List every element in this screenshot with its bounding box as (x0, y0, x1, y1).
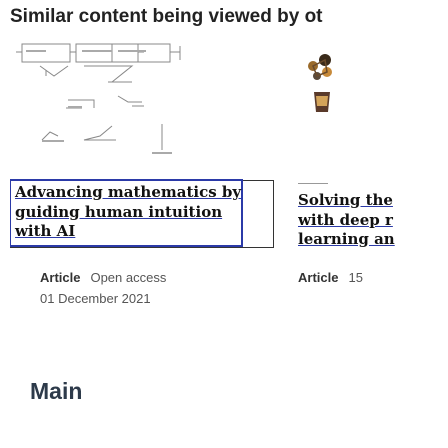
divider-line (298, 183, 328, 184)
article-title[interactable]: Advancing mathematics by guiding human i… (15, 183, 270, 242)
glass-icon (314, 92, 330, 112)
access-label: Open access (90, 270, 167, 285)
article-type: Article (40, 270, 81, 285)
article-title[interactable]: Solving the with deep r learning an (298, 191, 448, 250)
article-type: Article (298, 270, 339, 285)
article-card[interactable]: Advancing mathematics by guiding human i… (10, 40, 275, 306)
diagram-illustration (16, 43, 181, 154)
article-meta: Article 15 (298, 270, 363, 285)
article-icons (308, 54, 332, 112)
article-meta: Article Open access (40, 270, 166, 285)
publication-date: 01 December 2021 (40, 291, 151, 306)
article-thumbnail[interactable]: Solving the with deep r learning an (283, 40, 448, 250)
main-heading: Main (30, 378, 83, 404)
molecule-icon (308, 54, 332, 80)
article-thumbnail[interactable]: Advancing mathematics by guiding human i… (10, 40, 275, 250)
section-title: Similar content being viewed by ot (10, 6, 323, 27)
citation-count: 15 (348, 270, 363, 285)
article-card[interactable]: Solving the with deep r learning an Arti… (283, 40, 448, 285)
title-box: Advancing mathematics by guiding human i… (10, 179, 274, 248)
